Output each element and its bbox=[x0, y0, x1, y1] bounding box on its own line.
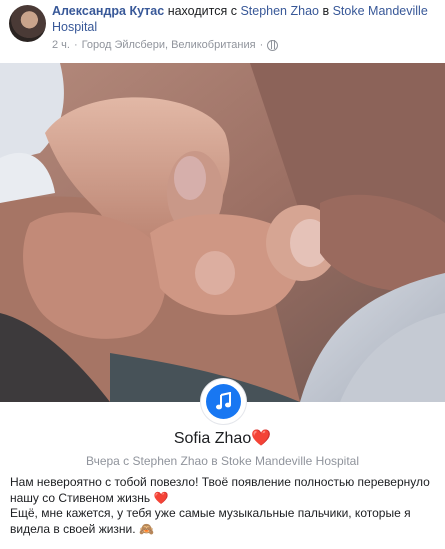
life-event-name[interactable]: Sofia Zhao❤️ bbox=[0, 428, 445, 448]
heart-emoji-2: ❤️ bbox=[153, 490, 169, 505]
music-note-icon bbox=[215, 391, 231, 409]
meta-separator-2: · bbox=[259, 39, 264, 51]
baby-hand-photo bbox=[0, 63, 445, 402]
life-event-subtitle: Вчера с Stephen Zhao в Stoke Mandeville … bbox=[85, 454, 360, 468]
location-link[interactable]: Город Эйлсбери, Великобритания bbox=[82, 39, 256, 51]
post-meta: 2 ч. · Город Эйлсбери, Великобритания · bbox=[52, 39, 279, 51]
in-word: в bbox=[322, 4, 330, 18]
post-message: Нам невероятно с тобой повезло! Твоё поя… bbox=[10, 475, 438, 537]
message-line-1: Нам невероятно с тобой повезло! Твоё поя… bbox=[10, 475, 430, 505]
post-photo[interactable] bbox=[0, 63, 445, 402]
globe-icon[interactable] bbox=[267, 39, 279, 51]
post-header: Александра Кутас находится с Stephen Zha… bbox=[0, 0, 445, 60]
author-name-link[interactable]: Александра Кутас bbox=[52, 4, 164, 18]
message-line-2: Ещё, мне кажется, у тебя уже самые музык… bbox=[10, 506, 411, 536]
author-avatar[interactable] bbox=[9, 5, 46, 42]
heart-emoji: ❤️ bbox=[251, 430, 272, 447]
activity-text: находится с bbox=[167, 4, 237, 18]
meta-separator: · bbox=[73, 39, 78, 51]
tagged-person-link[interactable]: Stephen Zhao bbox=[240, 4, 319, 18]
life-event-badge bbox=[201, 379, 246, 424]
post-header-text: Александра Кутас находится с Stephen Zha… bbox=[52, 3, 437, 35]
monkey-emoji: 🙈 bbox=[138, 521, 154, 536]
post-time-link[interactable]: 2 ч. bbox=[52, 39, 70, 51]
person-name[interactable]: Sofia Zhao bbox=[174, 430, 251, 447]
